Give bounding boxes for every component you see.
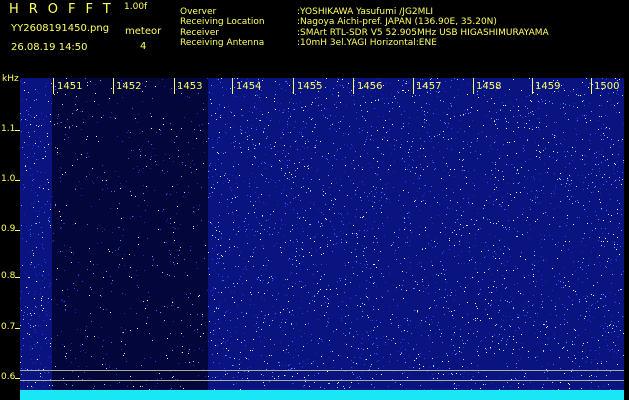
info-value: :10mH 3el.YAGI Horizontal:ENE — [297, 37, 437, 48]
x-tick-label: 1453 — [177, 81, 203, 92]
x-tick-label: 1451 — [57, 81, 83, 92]
meteor-label: meteor — [125, 26, 162, 37]
x-tick — [232, 78, 233, 94]
app-logo: HROFFT — [9, 2, 121, 17]
y-tick-label: 0.9 — [1, 224, 16, 234]
y-tick-label: 0.7 — [1, 322, 16, 332]
x-tick — [532, 78, 533, 94]
info-row-observer: Overver :YOSHIKAWA Yasufumi /JG2MLI — [180, 7, 549, 17]
file-name: YY2608191450.png — [11, 23, 110, 34]
station-info: Overver :YOSHIKAWA Yasufumi /JG2MLI Recei… — [180, 7, 549, 48]
y-tick-label: 0.6 — [1, 372, 16, 382]
spectrogram-noise — [20, 78, 624, 390]
x-tick — [174, 78, 175, 94]
info-key: Receiving Antenna — [180, 37, 265, 48]
x-tick — [113, 78, 114, 94]
reference-line-upper — [20, 370, 624, 371]
info-key: Overver — [180, 7, 217, 17]
signal-level-bar — [20, 390, 624, 400]
x-tick-label: 1455 — [297, 81, 323, 92]
y-tick-label: 1.0 — [1, 174, 16, 184]
x-tick — [293, 78, 294, 94]
reference-line-lower — [20, 380, 624, 381]
capture-datetime: 26.08.19 14:50 — [11, 42, 88, 53]
header-panel: HROFFT 1.00f YY2608191450.png 26.08.19 1… — [0, 0, 629, 78]
x-tick-label: 1452 — [116, 81, 142, 92]
y-tick-label: 0.8 — [1, 271, 16, 281]
info-key: Receiving Location — [180, 17, 265, 28]
x-tick-label: 1500 — [594, 81, 620, 92]
x-tick-label: 1457 — [416, 81, 442, 92]
x-tick-label: 1456 — [357, 81, 383, 92]
x-tick — [353, 78, 354, 94]
info-key: Receiver — [180, 27, 219, 38]
x-tick — [591, 78, 592, 94]
x-tick-label: 1459 — [535, 81, 561, 92]
info-row-receiver: Receiver :SMArt RTL-SDR V5 52.905MHz USB … — [180, 28, 549, 38]
info-value: :SMArt RTL-SDR V5 52.905MHz USB HIGASHIM… — [297, 27, 549, 38]
y-tick-label: 1.1 — [1, 124, 16, 134]
meteor-count: 4 — [140, 41, 147, 52]
x-tick-label: 1458 — [476, 81, 502, 92]
info-row-antenna: Receiving Antenna :10mH 3el.YAGI Horizont… — [180, 38, 549, 48]
info-value: :YOSHIKAWA Yasufumi /JG2MLI — [297, 7, 434, 17]
y-axis: 1.1 1.0 0.9 0.8 0.7 0.6 — [0, 78, 20, 400]
app-version: 1.00f — [124, 2, 148, 12]
info-value: :Nagoya Aichi-pref. JAPAN (136.90E, 35.2… — [297, 17, 497, 28]
x-tick-label: 1454 — [236, 81, 262, 92]
x-tick — [473, 78, 474, 94]
info-row-location: Receiving Location :Nagoya Aichi-pref. JA… — [180, 17, 549, 27]
spectrogram-panel: 1451 1452 1453 1454 1455 1456 1457 1458 … — [20, 78, 624, 400]
x-tick — [413, 78, 414, 94]
x-tick — [53, 78, 54, 94]
